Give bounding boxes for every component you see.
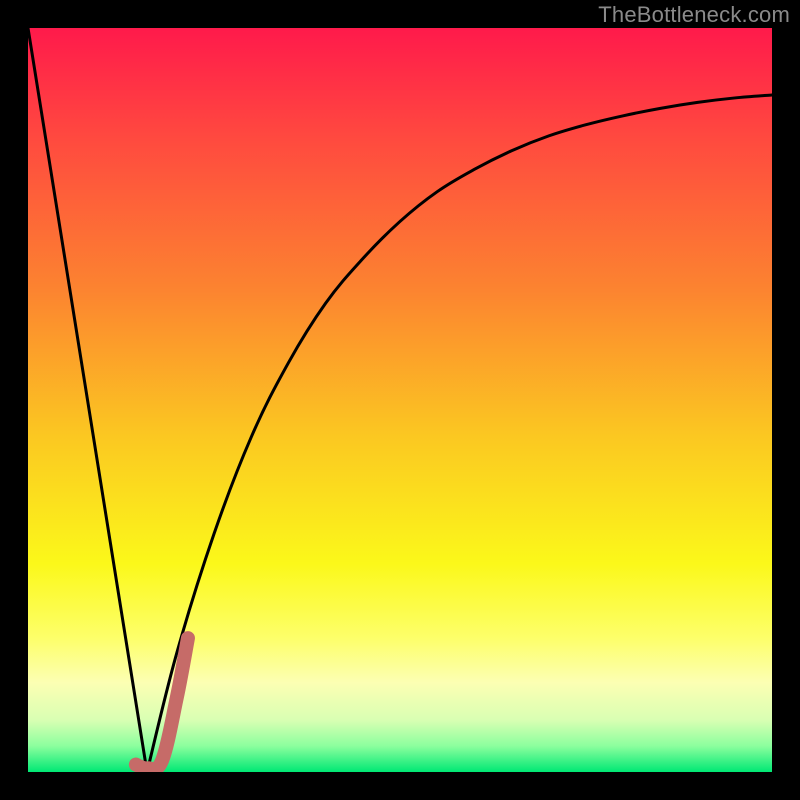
watermark-text: TheBottleneck.com: [598, 2, 790, 28]
chart-frame: TheBottleneck.com: [0, 0, 800, 800]
left-branch: [28, 28, 147, 772]
curve-layer: [28, 28, 772, 772]
right-branch: [147, 95, 772, 772]
plot-area: [28, 28, 772, 772]
